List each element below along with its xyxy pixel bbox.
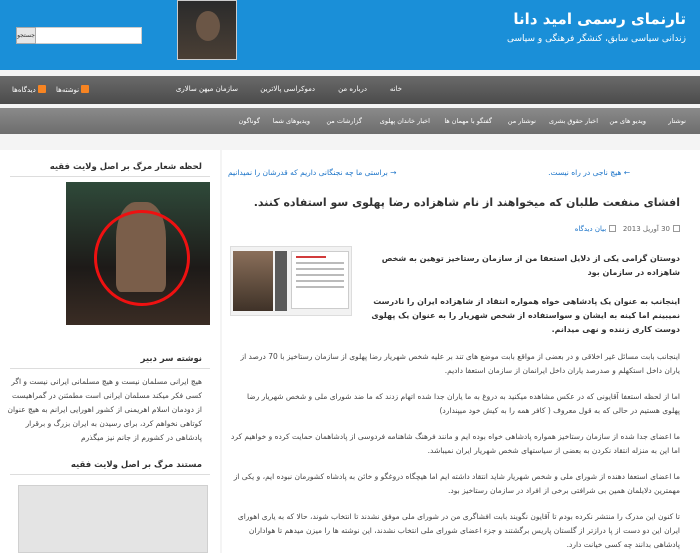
- post-paragraph: ما اعضای استعفا دهنده از شورای ملی و شخص…: [233, 472, 680, 495]
- rss-icon: [81, 85, 90, 93]
- nav-item-organization[interactable]: سازمان میهن سالاری: [176, 85, 238, 93]
- nav-item-about[interactable]: درباره من: [338, 85, 367, 93]
- post-paragraph: ما اعضای جدا شده از سازمان رستاخیز هموار…: [231, 432, 680, 455]
- nav-item-my-writing[interactable]: نوشتار من: [508, 117, 536, 125]
- widget-title: نوشته سر دبیر: [140, 354, 202, 364]
- nav-item-misc[interactable]: گوناگون: [239, 117, 260, 125]
- calendar-icon: [673, 225, 680, 232]
- prev-post-link[interactable]: ← هیچ ناجی در راه نیست.: [548, 168, 630, 177]
- site-header: جستجو تارنمای رسمی امید دانا زندانی سیاس…: [0, 0, 700, 70]
- post-date: 30 آوریل 2013: [622, 225, 670, 233]
- post-image[interactable]: [230, 246, 352, 316]
- search-button[interactable]: جستجو: [16, 27, 36, 44]
- nav-item-democracy[interactable]: دموکراسی پالاترین: [260, 85, 315, 93]
- protest-video-thumbnail[interactable]: [66, 182, 210, 325]
- site-description: زندانی سیاسی سابق، کنشگر فرهنگی و سیاسی: [506, 34, 686, 44]
- nav-item-my-reports[interactable]: گزارشات من: [326, 117, 362, 125]
- divider: [10, 176, 210, 177]
- site-title[interactable]: تارنمای رسمی امید دانا: [513, 10, 686, 28]
- nav-item-pahlavi-news[interactable]: اخبار خاندان پهلوی: [380, 117, 430, 125]
- post-paragraph: اما از لحظه استعفا آقایونی که در عکس مشا…: [246, 392, 680, 415]
- nav-item-home[interactable]: خانه: [390, 85, 402, 93]
- nav-item-human-rights[interactable]: اخبار حقوق بشری: [549, 117, 598, 125]
- header-avatar: [177, 0, 237, 60]
- feed-comments[interactable]: دیدگاه‌ها: [12, 85, 46, 94]
- post-paragraph: اینجانب بابت مسائل غیر اخلاقی و در بعضی …: [240, 352, 680, 375]
- post-content: براستی ما چه نجنگانی داریم که قدرشان را …: [222, 150, 700, 553]
- nav-item-guests[interactable]: گفتگو با مهمان ها: [444, 117, 492, 125]
- primary-nav: خانه درباره من دموکراسی پالاترین سازمان …: [0, 76, 700, 104]
- nav-item-my-videos[interactable]: ویدیو های من: [609, 117, 646, 125]
- next-post-link[interactable]: براستی ما چه نجنگانی داریم که قدرشان را …: [228, 168, 396, 177]
- rss-icon: [37, 85, 46, 93]
- comments-link[interactable]: بیان دیدگاه: [575, 225, 606, 233]
- comment-icon: [609, 225, 617, 232]
- nav-item-your-videos[interactable]: ویدیوهای شما: [273, 117, 310, 125]
- sidebar: لحظه شعار مرگ بر اصل ولایت فقیه نوشته سر…: [0, 150, 220, 553]
- documentary-embed[interactable]: [18, 485, 208, 553]
- post-title[interactable]: افشای منفعت طلبان که میخواهند از نام شاه…: [254, 196, 680, 209]
- widget-title: مستند مرگ بر اصل ولایت فقیه: [70, 460, 202, 470]
- divider: [10, 368, 210, 369]
- post-meta: 30 آوریل 2013 بیان دیدگاه: [575, 225, 680, 233]
- nav-item-articles[interactable]: نوشتار: [668, 117, 686, 125]
- divider: [10, 474, 210, 475]
- widget-title: لحظه شعار مرگ بر اصل ولایت فقیه: [49, 162, 202, 172]
- post-paragraph: دوستان گرامی یکی از دلایل استعفا من از س…: [381, 254, 680, 277]
- secondary-nav: نوشتار ویدیو های من اخبار حقوق بشری نوشت…: [0, 108, 700, 134]
- feed-posts[interactable]: نوشته‌ها: [56, 85, 90, 94]
- editor-note: هیچ ایرانی مسلمان نیست و هیچ مسلمانی ایر…: [7, 377, 202, 442]
- post-paragraph: تا کنون این مدرک را منتشر نکرده بودم تا …: [237, 512, 680, 549]
- post-paragraph: اینجانب به عنوان یک پادشاهی خواه همواره …: [371, 297, 680, 334]
